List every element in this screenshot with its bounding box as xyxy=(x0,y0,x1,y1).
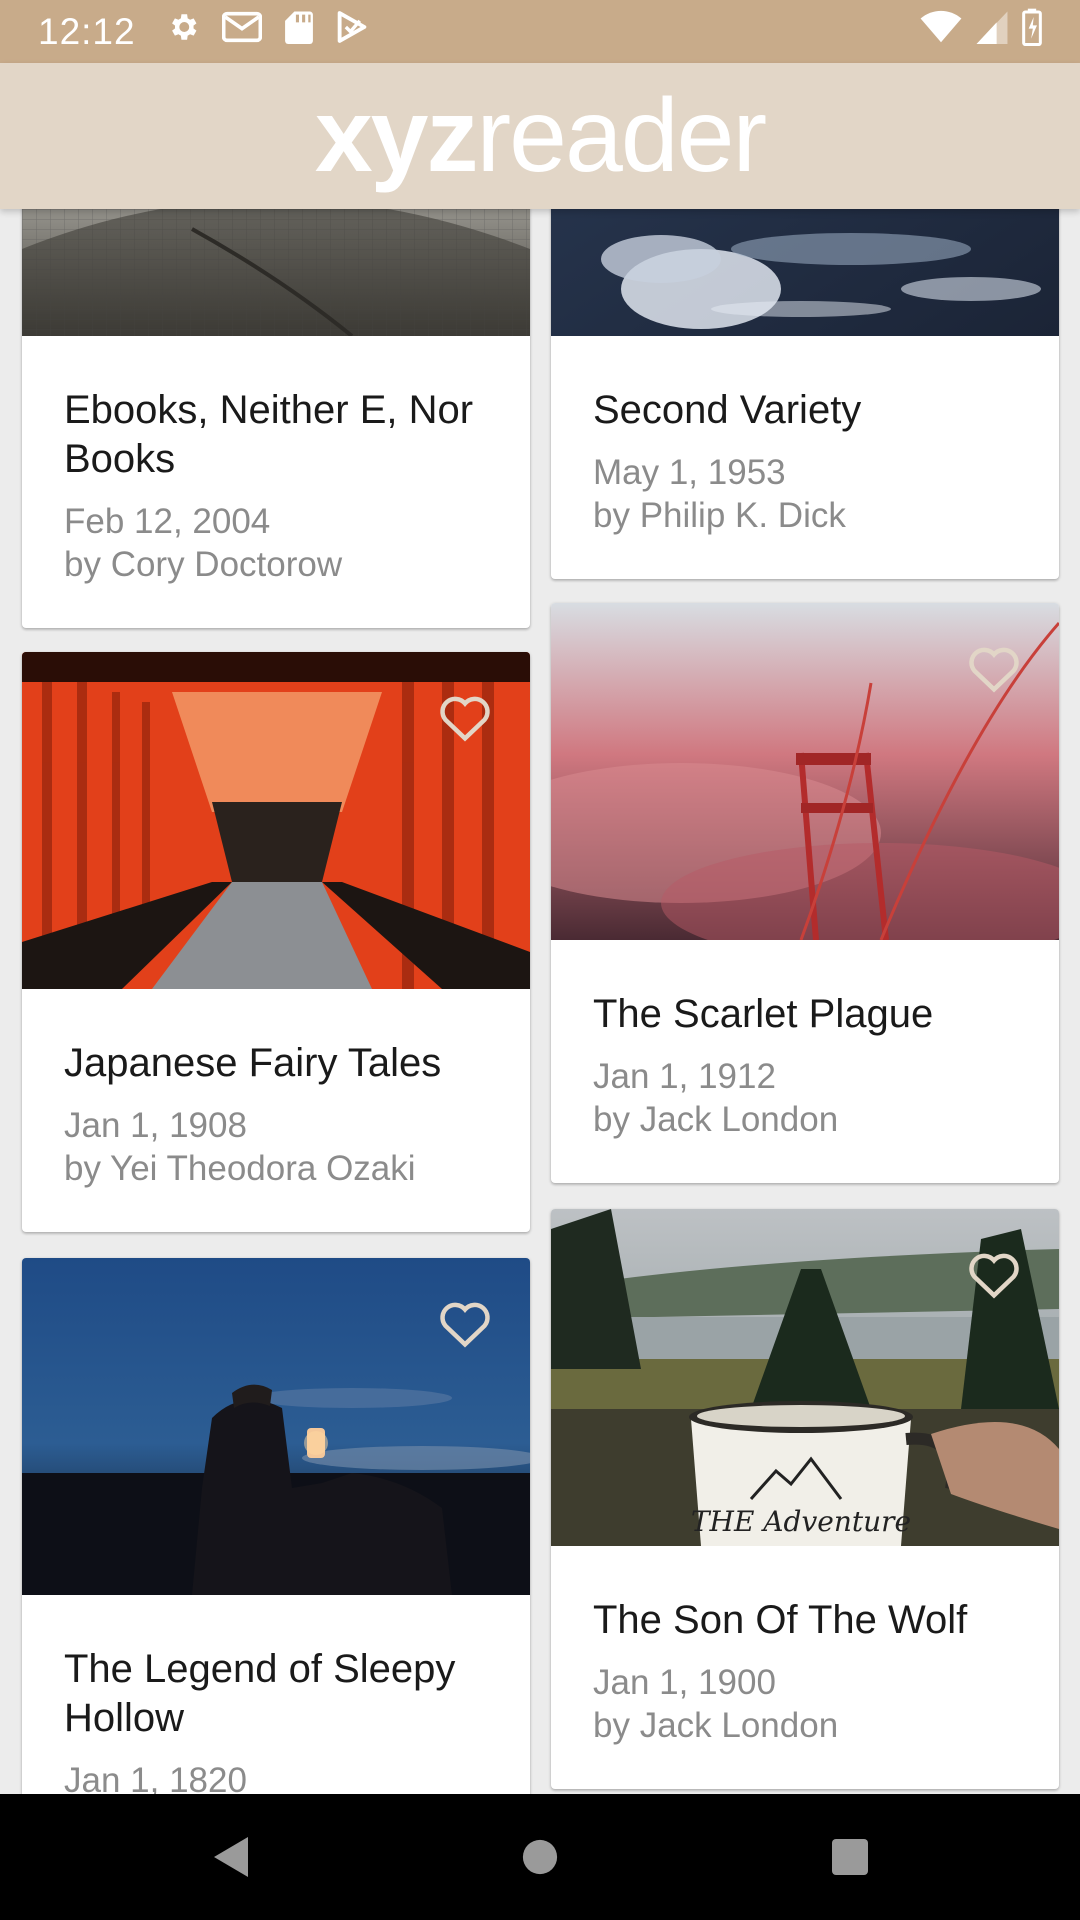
earth-clouds-photo xyxy=(551,209,1059,336)
app-logo: xyzreader xyxy=(315,84,767,188)
app-bar: xyzreader xyxy=(0,63,1080,209)
favorite-heart-icon[interactable] xyxy=(438,692,492,742)
article-date: Jan 1, 1820 xyxy=(64,1761,247,1794)
article-card[interactable]: The Scarlet Plague Jan 1, 1912 by Jack L… xyxy=(551,603,1059,1183)
article-author: by Philip K. Dick xyxy=(593,496,846,535)
home-icon[interactable] xyxy=(510,1827,570,1887)
battery-icon xyxy=(1022,8,1042,55)
article-card[interactable]: Second Variety May 1, 1953 by Philip K. … xyxy=(551,209,1059,579)
lake-mug-photo: THE Adventure xyxy=(551,1209,1059,1546)
article-author: by Jack London xyxy=(593,1706,839,1745)
article-card[interactable]: Ebooks, Neither E, Nor Books Feb 12, 200… xyxy=(22,209,530,628)
navigation-bar xyxy=(0,1794,1080,1920)
wifi-icon xyxy=(920,10,962,53)
article-title: Second Variety xyxy=(593,388,862,432)
article-title: Ebooks, Neither E, Nor Books xyxy=(64,388,474,481)
article-grid[interactable]: Ebooks, Neither E, Nor Books Feb 12, 200… xyxy=(0,209,1080,1794)
article-title: The Son Of The Wolf xyxy=(593,1598,968,1642)
article-date: Jan 1, 1908 xyxy=(64,1106,247,1145)
play-protect-icon xyxy=(336,10,368,53)
article-title: The Scarlet Plague xyxy=(593,992,934,1036)
article-card[interactable]: The Legend of Sleepy Hollow Jan 1, 1820 xyxy=(22,1258,530,1794)
status-time: 12:12 xyxy=(38,10,136,52)
logo-light: reader xyxy=(476,78,768,194)
article-card[interactable]: Japanese Fairy Tales Jan 1, 1908 by Yei … xyxy=(22,652,530,1232)
article-author: by Cory Doctorow xyxy=(64,545,343,584)
favorite-heart-icon[interactable] xyxy=(438,1298,492,1348)
article-author: by Jack London xyxy=(593,1100,839,1139)
cell-signal-icon xyxy=(976,10,1008,53)
gmail-icon xyxy=(221,10,262,53)
article-title: The Legend of Sleepy Hollow xyxy=(64,1647,456,1740)
favorite-heart-icon[interactable] xyxy=(967,643,1021,693)
article-date: Jan 1, 1900 xyxy=(593,1663,776,1702)
favorite-heart-icon[interactable] xyxy=(967,1249,1021,1299)
logo-bold: xyz xyxy=(314,78,479,194)
building-facade-photo xyxy=(22,209,530,336)
article-card[interactable]: THE Adventure The Son Of The Wolf Jan 1,… xyxy=(551,1209,1059,1789)
bridge-fog-photo xyxy=(551,603,1059,940)
article-date: Feb 12, 2004 xyxy=(64,502,271,541)
article-date: Jan 1, 1912 xyxy=(593,1057,776,1096)
torii-gates-photo xyxy=(22,652,530,989)
lantern-rider-photo xyxy=(22,1258,530,1595)
status-bar: 12:12 xyxy=(0,0,1080,63)
gear-icon xyxy=(166,10,200,53)
article-author: by Yei Theodora Ozaki xyxy=(64,1149,416,1188)
recents-icon[interactable] xyxy=(820,1827,880,1887)
article-date: May 1, 1953 xyxy=(593,453,786,492)
article-title: Japanese Fairy Tales xyxy=(64,1041,442,1085)
sd-card-icon xyxy=(284,10,314,53)
mug-text: THE Adventure xyxy=(691,1505,911,1538)
back-icon[interactable] xyxy=(200,1827,260,1887)
